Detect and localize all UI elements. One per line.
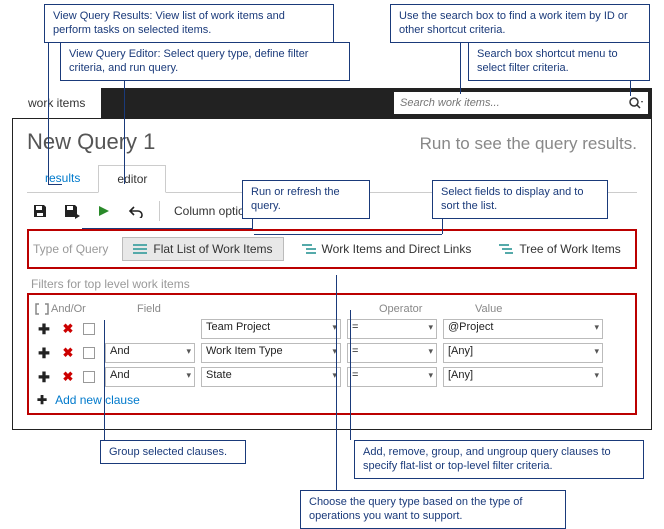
andor-dropdown[interactable]: And (105, 367, 195, 387)
filter-row: ✚ ✖ And State = [Any] (35, 365, 629, 389)
value-dropdown[interactable]: @Project (443, 319, 603, 339)
callout-editor: View Query Editor: Select query type, de… (60, 42, 350, 81)
undo-icon[interactable] (127, 202, 145, 220)
hdr-andor: And/Or (51, 303, 86, 315)
andor-dropdown[interactable]: And (105, 343, 195, 363)
query-type-tree-label: Tree of Work Items (519, 242, 620, 256)
query-type-links[interactable]: Work Items and Direct Links (292, 238, 482, 260)
query-type-label: Type of Query (33, 242, 108, 256)
hub-tab-work-items[interactable]: work items (12, 88, 101, 118)
callout-results: View Query Results: View list of work it… (44, 4, 334, 43)
hdr-value: Value (475, 303, 635, 315)
add-new-clause-label: Add new clause (55, 393, 140, 407)
search-menu-button[interactable] (624, 92, 648, 114)
callout-columns: Select fields to display and to sort the… (432, 180, 608, 219)
tree-icon (499, 243, 513, 255)
callout-group: Group selected clauses. (100, 440, 246, 464)
save-as-icon[interactable] (63, 202, 81, 220)
filter-row: ✚ ✖ And Work Item Type = [Any] (35, 341, 629, 365)
run-message: Run to see the query results. (420, 134, 637, 154)
add-clause-icon[interactable]: ✚ (35, 321, 53, 338)
callout-run: Run or refresh the query. (242, 180, 370, 219)
callout-filters: Add, remove, group, and ungroup query cl… (354, 440, 644, 479)
filters-header: And/Or Field Operator Value (35, 301, 629, 317)
operator-dropdown[interactable]: = (347, 319, 437, 339)
row-checkbox[interactable] (83, 371, 95, 383)
app-window: work items New Query 1 Run to see the qu… (12, 88, 652, 430)
query-type-flat-label: Flat List of Work Items (153, 242, 272, 256)
add-clause-icon[interactable]: ✚ (35, 369, 53, 386)
run-query-icon[interactable] (95, 202, 113, 220)
remove-clause-icon[interactable]: ✖ (59, 321, 77, 337)
filters-box: And/Or Field Operator Value ✚ ✖ Team Pro… (27, 293, 637, 415)
field-dropdown[interactable]: Team Project (201, 319, 341, 339)
search-input[interactable] (394, 92, 624, 114)
operator-dropdown[interactable]: = (347, 367, 437, 387)
add-clause-icon: ✚ (37, 393, 47, 407)
direct-links-icon (302, 243, 316, 255)
tab-editor[interactable]: editor (98, 165, 166, 193)
remove-clause-icon[interactable]: ✖ (59, 369, 77, 385)
toolbar-divider (159, 201, 160, 221)
query-type-row: Type of Query Flat List of Work Items Wo… (27, 229, 637, 269)
app-body: New Query 1 Run to see the query results… (12, 118, 652, 430)
query-title: New Query 1 (27, 129, 155, 155)
filters-section-label: Filters for top level work items (31, 277, 637, 291)
add-new-clause-link[interactable]: ✚ Add new clause (35, 389, 629, 407)
value-dropdown[interactable]: [Any] (443, 343, 603, 363)
field-dropdown[interactable]: State (201, 367, 341, 387)
flat-list-icon (133, 243, 147, 255)
hdr-field: Field (137, 303, 227, 315)
callout-search-menu: Search box shortcut menu to select filte… (468, 42, 650, 81)
value-dropdown[interactable]: [Any] (443, 367, 603, 387)
add-clause-icon[interactable]: ✚ (35, 345, 53, 362)
remove-clause-icon[interactable]: ✖ (59, 345, 77, 361)
hdr-op: Operator (379, 303, 469, 315)
query-type-links-label: Work Items and Direct Links (322, 242, 472, 256)
filter-row: ✚ ✖ Team Project = @Project (35, 317, 629, 341)
search-area (394, 88, 652, 118)
query-type-tree[interactable]: Tree of Work Items (489, 238, 630, 260)
field-dropdown[interactable]: Work Item Type (201, 343, 341, 363)
callout-search: Use the search box to find a work item b… (390, 4, 650, 43)
tab-results[interactable]: results (27, 165, 98, 192)
query-type-flat[interactable]: Flat List of Work Items (122, 237, 283, 261)
row-checkbox[interactable] (83, 347, 95, 359)
row-checkbox[interactable] (83, 323, 95, 335)
save-icon[interactable] (31, 202, 49, 220)
operator-dropdown[interactable]: = (347, 343, 437, 363)
callout-qtype: Choose the query type based on the type … (300, 490, 566, 529)
hub-bar: work items (12, 88, 652, 118)
group-clauses-icon[interactable] (35, 303, 49, 315)
